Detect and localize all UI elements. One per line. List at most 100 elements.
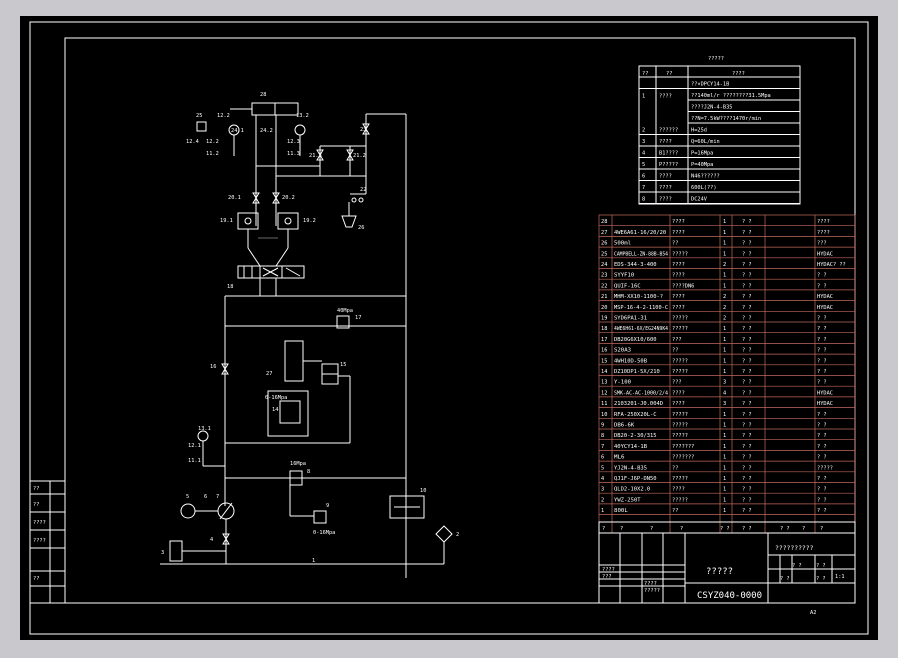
- bom-row-no: 20: [601, 305, 607, 311]
- label-11-2: 11.2: [206, 151, 219, 157]
- bom-row-material: ? ?: [742, 465, 752, 471]
- bom-row-material: ? ?: [742, 316, 752, 322]
- label-6: 6: [204, 494, 207, 500]
- label-16mpa: 16Mpa: [290, 461, 306, 467]
- bom-row-qty: 1: [723, 283, 726, 289]
- sheet-size: A2: [810, 610, 816, 616]
- valve-15: [321, 373, 339, 385]
- bom-row-no: 24: [601, 262, 607, 268]
- bom-row-note: ?????: [817, 465, 833, 471]
- bom-row-name: ??: [672, 508, 678, 514]
- bom-row-code: DB6-6K: [614, 423, 635, 429]
- sensor-25: [196, 121, 207, 132]
- bom-row-material: ? ?: [742, 262, 752, 268]
- bom-row-no: 14: [601, 369, 607, 375]
- bom-row-material: ? ?: [742, 283, 752, 289]
- bom-row-material: ? ?: [742, 230, 752, 236]
- spec-header-value: ????: [732, 71, 745, 77]
- left-block-2: ????: [33, 520, 46, 526]
- oil-cup-26: [341, 215, 357, 228]
- bom-row-material: ? ?: [742, 294, 752, 300]
- bom-row-code: Y-100: [614, 380, 631, 386]
- bom-row-material: ? ?: [742, 487, 752, 493]
- bom-row-note: ? ?: [817, 412, 827, 418]
- bom-header-cell: ?: [820, 526, 823, 532]
- label-12-2: 12.2: [217, 113, 230, 119]
- left-block-0: ??: [33, 486, 39, 492]
- label-21-3: 21.3: [309, 153, 322, 159]
- bom-row-qty: 1: [723, 369, 726, 375]
- bom-row-name: ?????: [672, 412, 688, 418]
- circuit: 28 25 12.2 13.2 24.1 24.2 12.4 12.2 12.3…: [160, 92, 459, 578]
- bom-header-cell: ? ?: [780, 526, 790, 532]
- bom-row-qty: 1: [723, 497, 726, 503]
- bom-row-note: ? ?: [817, 433, 827, 439]
- bom-row-name: ???: [672, 337, 682, 343]
- bom-row-code: 4WE6H61-6X/EG24N9K4: [614, 326, 668, 332]
- bom-row-note: HYDAC: [817, 401, 833, 407]
- bom-row-qty: 1: [723, 465, 726, 471]
- bom-header-cell: ?: [802, 526, 805, 532]
- bom-row-note: HYDAC: [817, 294, 833, 300]
- bom-row-note: ? ?: [817, 476, 827, 482]
- bom-row-no: 11: [601, 401, 607, 407]
- label-1: 1: [312, 558, 315, 564]
- bom-row-material: ? ?: [742, 380, 752, 386]
- label-18: 18: [227, 284, 233, 290]
- label-20-2: 20.2: [282, 195, 295, 201]
- label-23: 23: [360, 127, 366, 133]
- label-5: 5: [186, 494, 189, 500]
- spec-row-value: DC24V: [691, 197, 708, 203]
- bom-row-name: ?????: [672, 369, 688, 375]
- label-13-2: 13.2: [296, 113, 309, 119]
- label-9: 9: [326, 503, 329, 509]
- label-3: 3: [161, 550, 164, 556]
- bom-row-qty: 1: [723, 508, 726, 514]
- bom-row-note: ? ?: [817, 508, 827, 514]
- spec-row-no: 7: [642, 185, 645, 191]
- spec-header-no: ??: [642, 71, 648, 77]
- bom-row-name: ?????: [672, 251, 688, 257]
- label-13-1: 13.1: [198, 426, 211, 432]
- bom-row-no: 2: [601, 497, 604, 503]
- bom-row-name: ???: [672, 380, 682, 386]
- bom-row-code: QUIF-16C: [614, 283, 641, 289]
- label-26: 26: [358, 225, 364, 231]
- bom-header-cell: ?: [602, 526, 605, 532]
- bom-row-code: CAMPBELL-ZN-88B-B54: [614, 251, 668, 257]
- bom-row-material: ? ?: [742, 337, 752, 343]
- spec-row-value: H=25d: [691, 128, 707, 134]
- bom-row-material: ? ?: [742, 423, 752, 429]
- bom-row-material: ? ?: [742, 412, 752, 418]
- drawing-canvas: 28 25 12.2 13.2 24.1 24.2 12.4 12.2 12.3…: [20, 16, 878, 640]
- bom-header-cell: ? ?: [742, 526, 752, 532]
- bom-row-note: ? ?: [817, 369, 827, 375]
- bom-row-code: ML6: [614, 455, 625, 461]
- bom-row-name: ???????: [672, 455, 694, 461]
- bom-row-qty: 1: [723, 423, 726, 429]
- bom-row-qty: 2: [723, 262, 726, 268]
- bom-row-material: ? ?: [742, 497, 752, 503]
- spec-row-no: 2: [642, 128, 645, 134]
- bom-row-no: 3: [601, 487, 604, 493]
- left-block-3: ????: [33, 538, 46, 544]
- spec-row-no: 3: [642, 139, 645, 145]
- bom-row-material: ? ?: [742, 433, 752, 439]
- bom-row-code: SYD6PA1-31: [614, 316, 647, 322]
- label-12-4: 12.4: [186, 139, 199, 145]
- bom-row-note: ? ?: [817, 358, 827, 364]
- bom-row-no: 15: [601, 358, 607, 364]
- label-22: 22: [360, 187, 366, 193]
- bom-row-material: ? ?: [742, 219, 752, 225]
- tb-misc-2: ????: [644, 581, 657, 587]
- bom-row-no: 23: [601, 273, 607, 279]
- bom-row-code: 40YCY14-1B: [614, 444, 647, 450]
- spec-row-name: ??????: [659, 128, 678, 134]
- spec-row-value: ??×DPCY14-1B: [691, 82, 729, 88]
- bom-row-note: ? ?: [817, 316, 827, 322]
- accumulator-27: [284, 340, 304, 382]
- label-19-1: 19.1: [220, 218, 233, 224]
- bom-row-note: HYDAC? ??: [817, 262, 846, 268]
- pressure-gauge-13-1: [197, 430, 209, 442]
- tb-misc-0: ????: [602, 567, 615, 573]
